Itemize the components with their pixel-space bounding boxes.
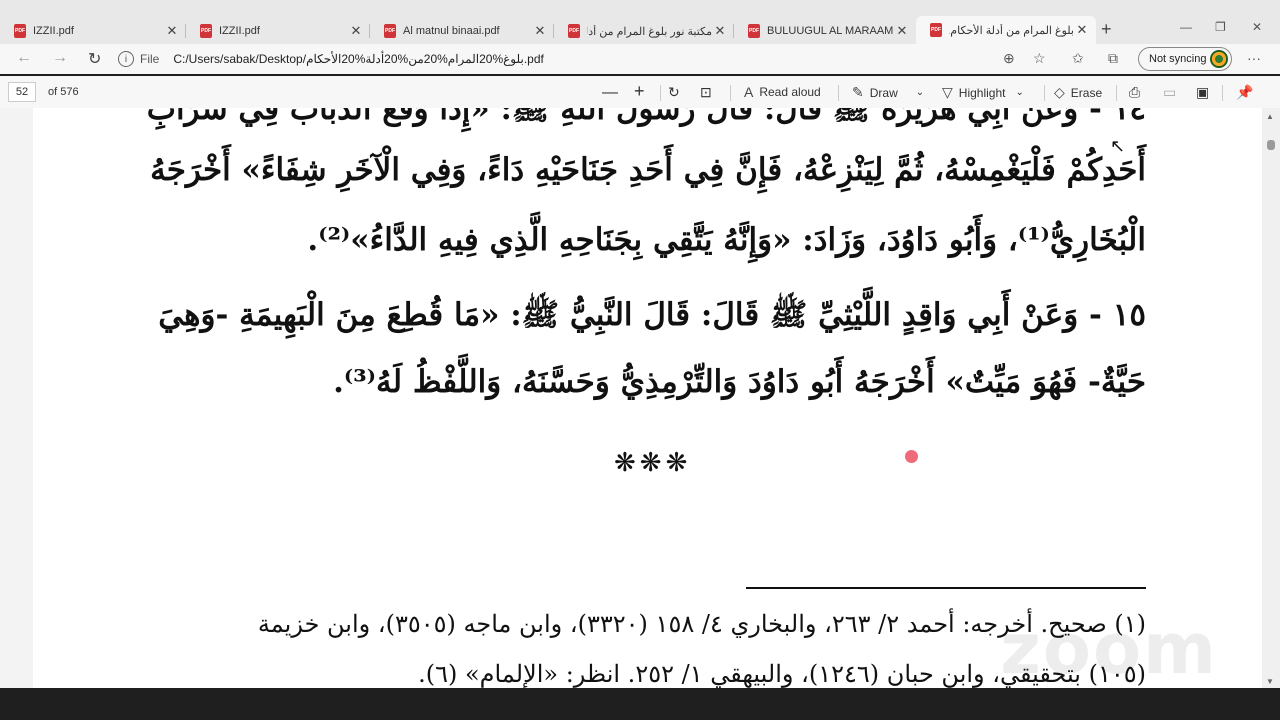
tab-title: بلوغ المرام من أدلة الأحكام.pdf xyxy=(949,24,1074,37)
hadith-line: أَحَدِكُمْ فَلْيَغْمِسْهُ، ثُمَّ لِيَنْز… xyxy=(150,152,1146,188)
read-aloud-button[interactable]: A Read aloud xyxy=(744,84,821,100)
hadith-line: حَيَّةٌ- فَهُوَ مَيِّتٌ» أَخْرَجَهُ أَبُ… xyxy=(333,364,1146,400)
arrow-right-icon[interactable]: → xyxy=(52,49,68,67)
tab-title: مكتبة نور بلوغ المرام من أدلة ... xyxy=(587,25,712,38)
pointer-dot xyxy=(905,450,918,463)
arrow-left-icon[interactable]: ← xyxy=(16,49,32,67)
eraser-icon: ◇ xyxy=(1054,84,1065,100)
more-icon[interactable]: ··· xyxy=(1247,50,1261,66)
section-separator: ❋❋❋ xyxy=(614,448,692,478)
zoom-in-icon[interactable]: + xyxy=(634,81,645,102)
tab-title: IZZII.pdf xyxy=(33,25,74,37)
avatar xyxy=(1210,50,1228,68)
hadith-line: ١٥ - وَعَنْ أَبِي وَاقِدٍ اللَّيْثِيِّ ﷺ… xyxy=(158,297,1146,333)
scheme-label: File xyxy=(140,52,160,66)
url-text: C:/Users/sabak/Desktop/بلوغ%20المرام%20م… xyxy=(173,52,544,66)
tab-4[interactable]: PDF مكتبة نور بلوغ المرام من أدلة ... ✕ xyxy=(554,18,734,44)
mouse-cursor-icon: ↖ xyxy=(1110,136,1126,156)
highlighter-icon: ▽ xyxy=(942,84,953,100)
scroll-down-icon[interactable]: ▼ xyxy=(1266,677,1274,686)
tab-title: IZZII.pdf xyxy=(219,25,260,37)
hadith-line: ١٤ - وَعَنْ أَبِي هُرَيْرَةَ ﷺ قَالَ: قَ… xyxy=(146,108,1146,127)
chevron-down-icon[interactable]: ⌄ xyxy=(1015,87,1023,98)
fit-page-icon[interactable]: ⊡ xyxy=(700,84,712,101)
page-total: of 576 xyxy=(48,86,79,98)
refresh-icon[interactable]: ↻ xyxy=(88,49,101,69)
tab-3[interactable]: PDF Al matnul binaai.pdf ✕ xyxy=(370,18,554,44)
close-icon[interactable]: ✕ xyxy=(712,23,728,39)
pdf-icon: PDF xyxy=(748,24,760,38)
chevron-down-icon[interactable]: ⌄ xyxy=(916,87,924,98)
zoom-icon[interactable]: ⊕ xyxy=(1003,50,1015,67)
close-icon[interactable]: ✕ xyxy=(1074,22,1090,38)
save-icon[interactable]: ▭ xyxy=(1163,84,1176,101)
pdf-icon: PDF xyxy=(14,24,26,38)
maximize-icon[interactable]: ❐ xyxy=(1215,20,1226,34)
hadith-line: الْبُخَارِيُّ⁽¹⁾، وَأَبُو دَاوُدَ، وَزَا… xyxy=(307,222,1146,258)
tab-title: BULUUGUL AL MARAAM.pdf xyxy=(767,25,894,37)
address-bar-row: ← → ↻ i File C:/Users/sabak/Desktop/بلوغ… xyxy=(0,44,1280,74)
collections-icon[interactable]: ⧉ xyxy=(1108,50,1118,67)
page-number-input[interactable]: 52 xyxy=(8,82,36,102)
scrollbar-thumb[interactable] xyxy=(1267,140,1275,150)
pdf-icon: PDF xyxy=(930,23,942,37)
close-icon[interactable]: ✕ xyxy=(164,23,180,39)
pdf-icon: PDF xyxy=(384,24,396,38)
close-icon[interactable]: ✕ xyxy=(348,23,364,39)
read-aloud-icon: A xyxy=(744,84,754,100)
pdf-icon: PDF xyxy=(200,24,212,38)
pdf-toolbar: 52 of 576 — + ↻ ⊡ A Read aloud ✎ Draw ⌄ … xyxy=(0,76,1280,109)
close-icon[interactable]: ✕ xyxy=(532,23,548,39)
tab-6-active[interactable]: PDF بلوغ المرام من أدلة الأحكام.pdf ✕ xyxy=(916,16,1096,44)
zoom-watermark: zoom xyxy=(1000,608,1218,688)
erase-label: Erase xyxy=(1070,85,1103,100)
tab-2[interactable]: PDF IZZII.pdf ✕ xyxy=(186,18,370,44)
draw-label: Draw xyxy=(869,85,898,100)
star-icon[interactable]: ☆ xyxy=(1033,50,1046,67)
minimize-icon[interactable]: — xyxy=(1180,20,1192,34)
print-icon[interactable]: ⎙ xyxy=(1129,84,1140,101)
pdf-viewport[interactable]: ١٤ - وَعَنْ أَبِي هُرَيْرَةَ ﷺ قَالَ: قَ… xyxy=(0,108,1262,688)
address-input[interactable]: i File C:/Users/sabak/Desktop/بلوغ%20الم… xyxy=(118,47,1058,71)
tab-title: Al matnul binaai.pdf xyxy=(403,25,500,37)
close-icon[interactable]: ✕ xyxy=(894,23,910,39)
zoom-out-icon[interactable]: — xyxy=(602,84,618,102)
read-aloud-label: Read aloud xyxy=(759,85,821,99)
new-tab-icon[interactable]: + xyxy=(1101,19,1112,40)
info-icon[interactable]: i xyxy=(118,51,134,67)
bottom-frame xyxy=(0,688,1280,720)
tab-5[interactable]: PDF BULUUGUL AL MARAAM.pdf ✕ xyxy=(734,18,916,44)
pin-icon[interactable]: 📌 xyxy=(1236,84,1253,101)
draw-button[interactable]: ✎ Draw ⌄ xyxy=(852,84,924,101)
vertical-scrollbar[interactable]: ▲ ▼ xyxy=(1262,108,1280,688)
scroll-up-icon[interactable]: ▲ xyxy=(1266,112,1274,121)
sync-label: Not syncing xyxy=(1149,53,1207,65)
erase-button[interactable]: ◇ Erase xyxy=(1054,84,1102,101)
rotate-icon[interactable]: ↻ xyxy=(668,84,680,101)
pen-icon: ✎ xyxy=(852,84,864,100)
footnote-rule xyxy=(746,587,1146,589)
favorites-icon[interactable]: ✩ xyxy=(1072,50,1084,67)
profile-sync-button[interactable]: Not syncing xyxy=(1138,47,1232,71)
window-close-icon[interactable]: ✕ xyxy=(1252,20,1262,34)
pdf-page: ١٤ - وَعَنْ أَبِي هُرَيْرَةَ ﷺ قَالَ: قَ… xyxy=(33,108,1262,688)
save-as-icon[interactable]: ▣ xyxy=(1196,84,1209,101)
pdf-icon: PDF xyxy=(568,24,580,38)
highlight-button[interactable]: ▽ Highlight ⌄ xyxy=(942,84,1024,101)
tab-strip: PDF IZZII.pdf ✕ PDF IZZII.pdf ✕ PDF Al m… xyxy=(0,0,1280,44)
highlight-label: Highlight xyxy=(958,85,1006,100)
tab-1[interactable]: PDF IZZII.pdf ✕ xyxy=(0,18,186,44)
